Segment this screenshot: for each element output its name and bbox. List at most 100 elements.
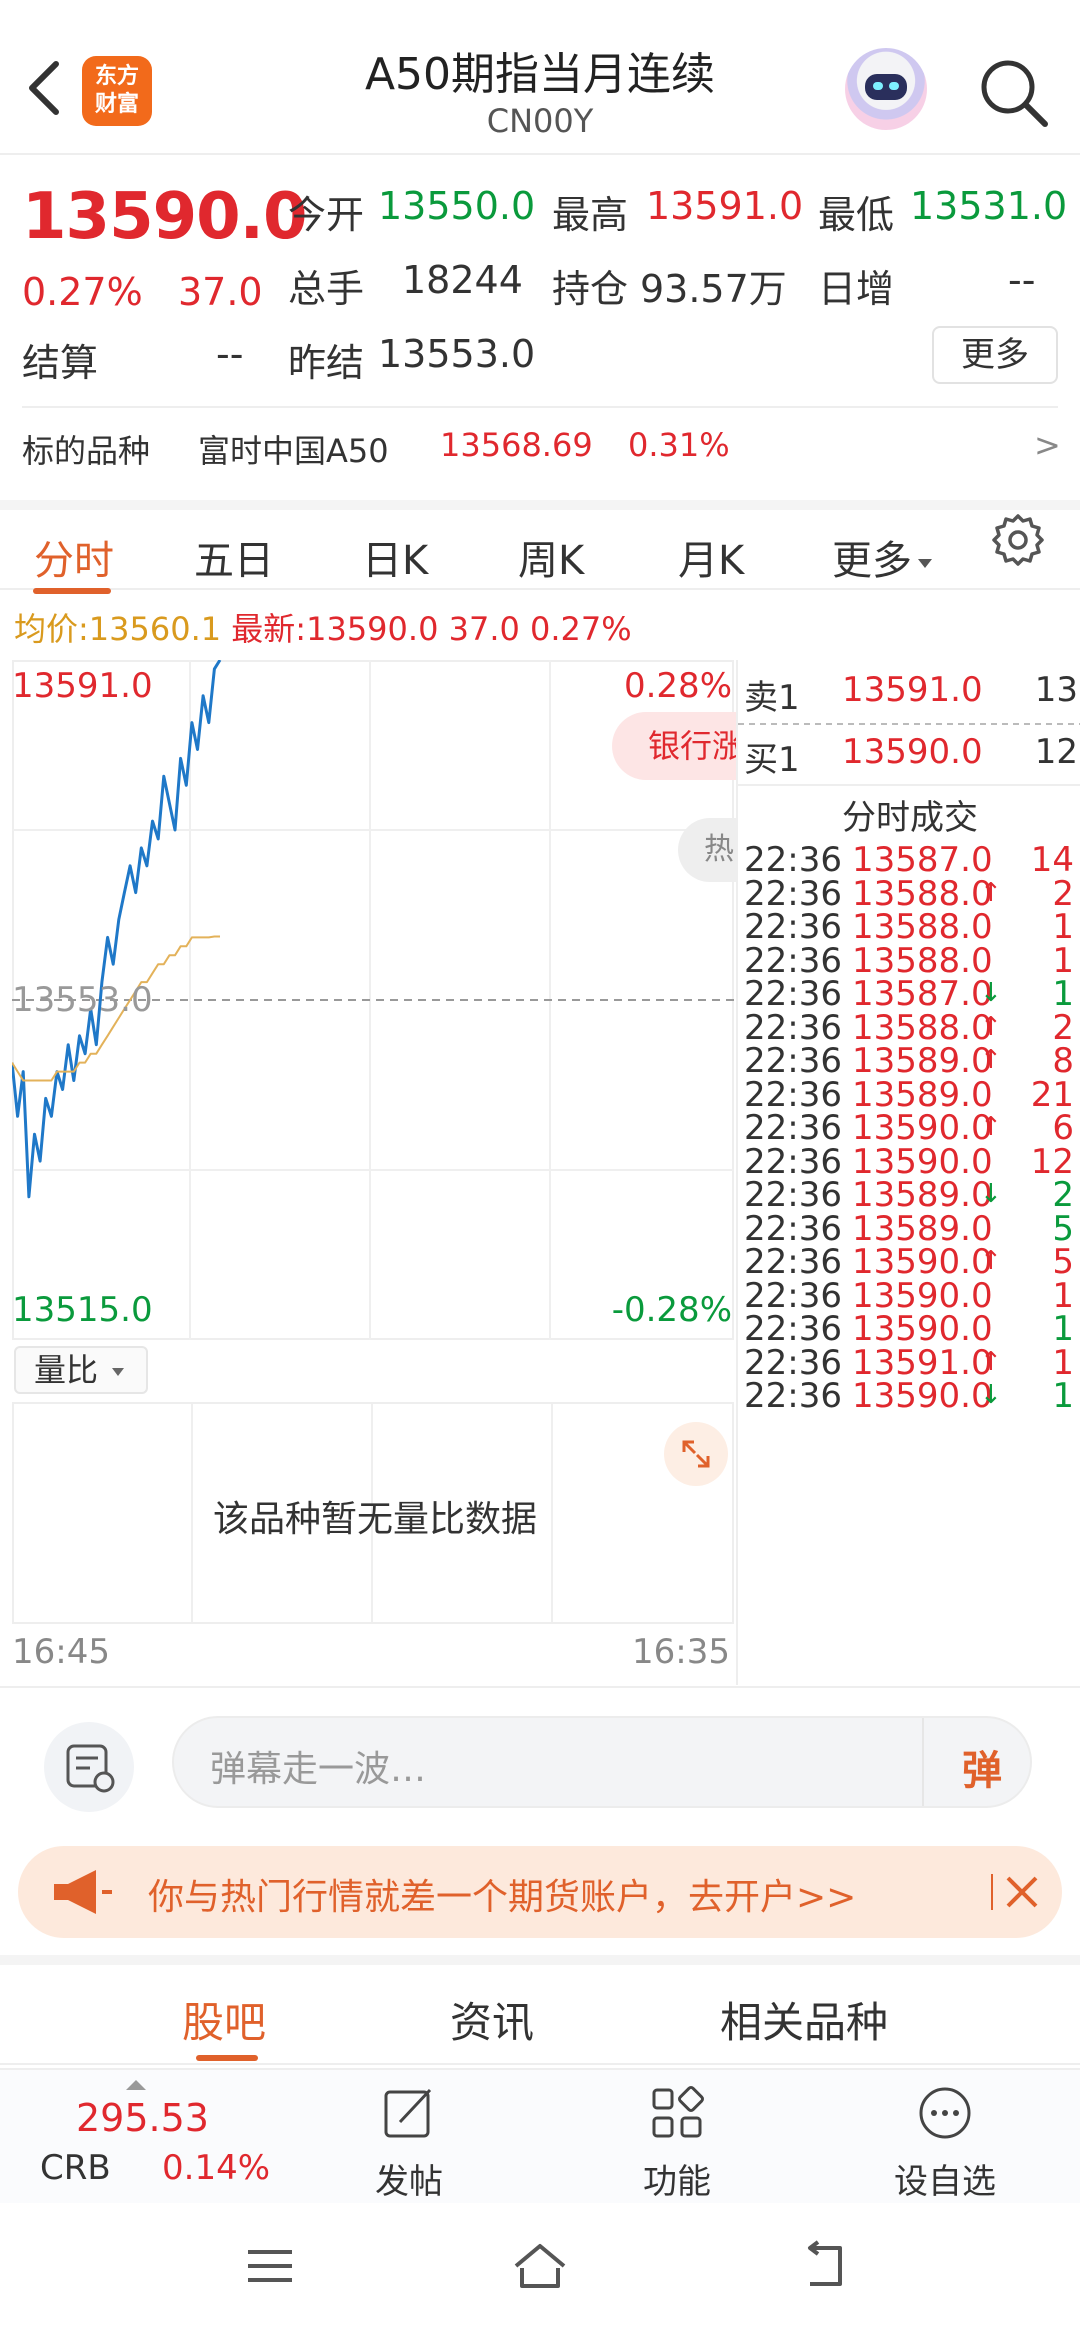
- gear-icon[interactable]: [990, 512, 1046, 568]
- volume-ratio-panel: 该品种暂无量比数据: [12, 1402, 734, 1624]
- open-account-banner[interactable]: 你与热门行情就差一个期货账户，去开户>>: [18, 1846, 1062, 1938]
- y-min-label: 13515.0: [12, 1290, 153, 1330]
- danmu-placeholder: 弹幕走一波…: [210, 1749, 427, 1790]
- order-book-panel: 卖1 13591.0 13 买1 13590.0 12 分时成交 22:36 13…: [736, 660, 1080, 1685]
- danmu-toggle-icon[interactable]: 弹: [962, 1738, 1002, 1796]
- system-nav-bar: [0, 2204, 1080, 2325]
- megaphone-icon: [54, 1870, 112, 1914]
- tick-volume: 1: [1052, 1376, 1074, 1416]
- index-percent: 0.14%: [162, 2148, 271, 2188]
- daily-increase-label: 日增: [818, 267, 895, 311]
- underlying-percent: 0.31%: [628, 426, 730, 464]
- change-percent: 0.27%: [22, 270, 143, 314]
- tab-intraday[interactable]: 分时: [34, 528, 114, 586]
- volume-label: 总手: [288, 267, 365, 311]
- no-data-message: 该品种暂无量比数据: [212, 1499, 537, 1540]
- index-price: 295.53: [76, 2096, 209, 2140]
- low-label: 最低: [818, 193, 895, 237]
- arrow-down-icon: ↓: [980, 1380, 1002, 1410]
- bottom-toolbar: 295.53 CRB 0.14% 发帖 功能 设自选: [0, 2068, 1080, 2203]
- assistant-robot-icon[interactable]: [845, 48, 927, 130]
- arrow-up-icon: ↑: [980, 1011, 1002, 1042]
- caret-down-icon: [918, 558, 932, 568]
- divider: [922, 1718, 924, 1806]
- open-interest-label: 持仓: [552, 267, 629, 311]
- time-start-label: 16:45: [12, 1632, 110, 1672]
- tab-guba[interactable]: 股吧: [182, 1989, 266, 2050]
- tick-trades-title: 分时成交: [842, 798, 978, 838]
- prev-settle-label: 昨结: [288, 341, 365, 385]
- volume-ratio-selector[interactable]: 量比: [14, 1346, 148, 1394]
- tab-monthly-k[interactable]: 月K: [678, 528, 744, 586]
- ask-label: 卖1: [744, 678, 800, 718]
- time-end-label: 16:35: [632, 1632, 730, 1672]
- bid-price: 13590.0: [842, 732, 983, 772]
- back-icon[interactable]: [796, 2238, 856, 2294]
- arrow-down-icon: ↓: [980, 978, 1002, 1008]
- tab-daily-k[interactable]: 日K: [362, 528, 428, 586]
- underlying-name: 富时中国A50: [198, 432, 389, 470]
- close-icon[interactable]: [990, 1864, 1046, 1920]
- avg-latest-bar: 均价:13560.1 最新:13590.0 37.0 0.27%: [14, 604, 632, 650]
- arrow-down-icon: ↓: [980, 1179, 1002, 1209]
- tick-row: 22:36 13590.0 ↓ 1: [738, 1376, 1080, 1426]
- bid-volume: 12: [1034, 732, 1078, 772]
- pct-max-label: 0.28%: [623, 666, 732, 706]
- functions-button[interactable]: 功能: [602, 2084, 752, 2203]
- ask-volume: 13: [1034, 670, 1078, 710]
- comment-settings-icon[interactable]: [44, 1722, 134, 1812]
- daily-increase-value: --: [1008, 258, 1036, 302]
- chevron-right-icon[interactable]: >: [1034, 426, 1061, 464]
- tab-weekly-k[interactable]: 周K: [518, 528, 584, 586]
- arrow-up-icon: ↑: [980, 1045, 1002, 1075]
- post-button[interactable]: 发帖: [334, 2084, 484, 2203]
- avg-value: 13560.1: [88, 610, 222, 648]
- pct-min-label: -0.28%: [611, 1290, 732, 1330]
- divider: [22, 406, 1058, 408]
- menu-icon[interactable]: [240, 2238, 300, 2294]
- grid-icon: [652, 2086, 704, 2138]
- tab-five-day[interactable]: 五日: [194, 528, 274, 586]
- tab-news[interactable]: 资讯: [450, 1989, 534, 2050]
- underlying-label: 标的品种: [22, 432, 151, 470]
- volume-ratio-label: 量比: [34, 1351, 99, 1389]
- bid-row: 买1 13590.0 12: [738, 722, 1080, 784]
- danmu-input[interactable]: 弹幕走一波… 弹: [172, 1716, 1032, 1808]
- change-amount: 37.0: [178, 270, 263, 314]
- search-icon[interactable]: [975, 54, 1051, 130]
- hot-overlay-button[interactable]: 热: [678, 818, 736, 882]
- ask-row: 卖1 13591.0 13: [738, 660, 1080, 722]
- tab-more[interactable]: 更多: [832, 528, 932, 586]
- tick-price: 13590.0: [852, 1376, 993, 1416]
- prev-settle-value: 13553.0: [378, 332, 536, 376]
- edit-icon: [384, 2088, 432, 2138]
- arrow-up-icon: ↑: [980, 877, 1002, 908]
- settle-value: --: [216, 332, 244, 376]
- sector-bank-button[interactable]: 银行涨: [612, 712, 736, 780]
- caret-down-icon: [112, 1368, 125, 1376]
- chart-period-tabs: 分时 五日 日K 周K 月K 更多: [0, 500, 1080, 594]
- danmu-bar: 弹幕走一波… 弹: [0, 1686, 1080, 1820]
- active-tab-indicator: [33, 588, 111, 594]
- high-label: 最高: [552, 193, 629, 237]
- expand-icon[interactable]: [664, 1422, 728, 1486]
- latest-change: 37.0: [448, 610, 520, 648]
- divider: [738, 784, 1080, 786]
- caret-up-icon: [126, 2080, 146, 2090]
- arrow-up-icon: ↑: [980, 1246, 1002, 1276]
- home-icon[interactable]: [510, 2238, 570, 2294]
- tab-related[interactable]: 相关品种: [720, 1989, 888, 2050]
- add-watchlist-button[interactable]: 设自选: [870, 2084, 1020, 2203]
- more-quote-button[interactable]: 更多: [932, 326, 1058, 384]
- low-value: 13531.0: [910, 184, 1068, 228]
- latest-label: 最新:: [231, 610, 307, 648]
- arrow-up-icon: ↑: [980, 1346, 1002, 1377]
- settle-label: 结算: [22, 341, 99, 385]
- last-price: 13590.0: [22, 180, 307, 254]
- index-name: CRB: [40, 2148, 111, 2188]
- banner-text: 你与热门行情就差一个期货账户，去开户>>: [148, 1877, 857, 1918]
- arrow-up-icon: ↑: [980, 1112, 1002, 1142]
- y-max-label: 13591.0: [12, 666, 153, 706]
- open-value: 13550.0: [378, 184, 536, 228]
- more-dots-icon: [919, 2087, 971, 2139]
